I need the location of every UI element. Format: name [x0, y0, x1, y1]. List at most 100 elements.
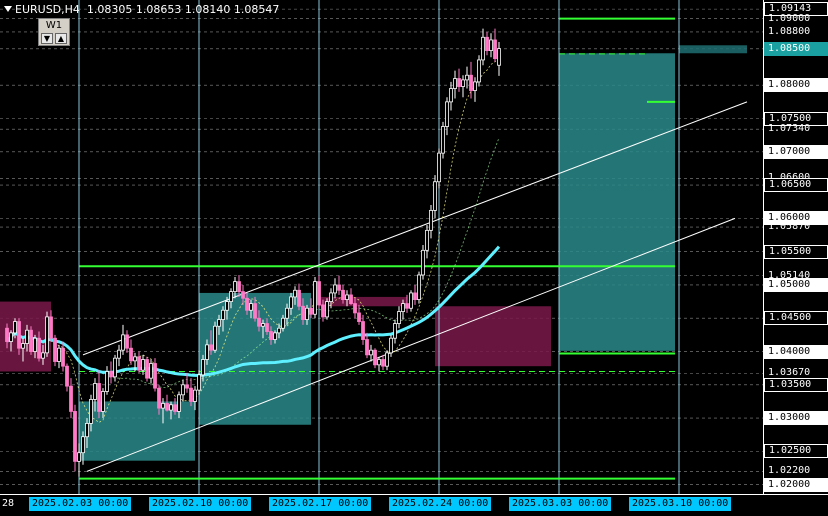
timeframe-up-button[interactable]: ▲: [55, 33, 67, 44]
candle-up[interactable]: [325, 301, 329, 318]
candle-up[interactable]: [249, 303, 253, 311]
candle-down[interactable]: [189, 387, 193, 402]
candle-up[interactable]: [281, 317, 285, 329]
candle-down[interactable]: [37, 337, 41, 359]
candle-down[interactable]: [413, 292, 417, 300]
candle-up[interactable]: [333, 284, 337, 294]
candle-up[interactable]: [101, 391, 105, 412]
candle-down[interactable]: [73, 411, 77, 462]
candle-down[interactable]: [337, 284, 341, 291]
candle-down[interactable]: [349, 294, 353, 304]
candle-up[interactable]: [89, 399, 93, 424]
candle-up[interactable]: [201, 359, 205, 376]
candle-up[interactable]: [25, 329, 29, 344]
candle-down[interactable]: [241, 291, 245, 299]
candle-up[interactable]: [149, 363, 153, 379]
candle-up[interactable]: [429, 209, 433, 231]
candle-up[interactable]: [393, 323, 397, 339]
candle-down[interactable]: [297, 289, 301, 307]
candle-up[interactable]: [213, 325, 217, 351]
candle-up[interactable]: [229, 291, 233, 302]
candle-up[interactable]: [409, 292, 413, 309]
candle-down[interactable]: [309, 307, 313, 315]
timeframe-down-button[interactable]: ▼: [41, 33, 53, 44]
candle-up[interactable]: [417, 274, 421, 300]
candle-up[interactable]: [305, 307, 309, 320]
candle-up[interactable]: [261, 323, 265, 327]
candle-down[interactable]: [361, 321, 365, 340]
candle-down[interactable]: [237, 281, 241, 293]
price-chart[interactable]: [0, 0, 828, 516]
candle-up[interactable]: [385, 352, 389, 367]
candle-up[interactable]: [217, 319, 221, 327]
candle-down[interactable]: [109, 371, 113, 378]
candle-up[interactable]: [121, 334, 125, 351]
candle-up[interactable]: [13, 321, 17, 334]
candle-down[interactable]: [257, 317, 261, 327]
candle-up[interactable]: [117, 349, 121, 359]
candle-down[interactable]: [97, 383, 101, 412]
candle-down[interactable]: [253, 303, 257, 319]
candle-down[interactable]: [365, 339, 369, 356]
candle-up[interactable]: [293, 289, 297, 298]
candle-down[interactable]: [301, 305, 305, 320]
candle-down[interactable]: [245, 297, 249, 311]
candle-up[interactable]: [193, 389, 197, 402]
candle-down[interactable]: [69, 385, 73, 412]
candle-down[interactable]: [61, 347, 65, 367]
candle-down[interactable]: [265, 323, 269, 332]
candle-up[interactable]: [477, 59, 481, 83]
candle-up[interactable]: [225, 301, 229, 311]
candle-up[interactable]: [453, 78, 457, 89]
candle-up[interactable]: [437, 152, 441, 183]
candle-down[interactable]: [53, 337, 57, 362]
candle-up[interactable]: [41, 352, 45, 359]
candle-down[interactable]: [157, 387, 161, 409]
candle-up[interactable]: [77, 452, 81, 462]
candle-up[interactable]: [489, 39, 493, 52]
candle-down[interactable]: [457, 78, 461, 87]
candle-up[interactable]: [113, 357, 117, 378]
candle-up[interactable]: [397, 311, 401, 324]
candle-down[interactable]: [165, 403, 169, 411]
candle-up[interactable]: [93, 383, 97, 400]
candle-up[interactable]: [369, 349, 373, 356]
candle-up[interactable]: [461, 79, 465, 87]
candle-up[interactable]: [197, 374, 201, 391]
candle-down[interactable]: [373, 349, 377, 366]
candle-up[interactable]: [401, 303, 405, 312]
candle-down[interactable]: [381, 359, 385, 367]
candle-up[interactable]: [181, 384, 185, 396]
candle-down[interactable]: [17, 321, 21, 349]
candle-up[interactable]: [445, 101, 449, 127]
candle-down[interactable]: [357, 312, 361, 322]
candle-up[interactable]: [233, 281, 237, 293]
candle-up[interactable]: [441, 126, 445, 154]
candle-down[interactable]: [469, 74, 473, 91]
candle-up[interactable]: [205, 344, 209, 360]
candle-down[interactable]: [49, 316, 53, 339]
candle-down[interactable]: [125, 334, 129, 349]
candle-down[interactable]: [209, 344, 213, 351]
candle-up[interactable]: [105, 371, 109, 392]
candle-up[interactable]: [345, 294, 349, 300]
candle-up[interactable]: [449, 88, 453, 103]
candle-up[interactable]: [481, 36, 485, 61]
candle-up[interactable]: [421, 249, 425, 276]
candle-up[interactable]: [329, 292, 333, 302]
candle-down[interactable]: [173, 404, 177, 412]
candle-up[interactable]: [497, 48, 501, 66]
candle-down[interactable]: [321, 304, 325, 318]
candle-up[interactable]: [169, 404, 173, 411]
candle-up[interactable]: [9, 332, 13, 342]
candle-up[interactable]: [133, 356, 137, 362]
candle-down[interactable]: [145, 359, 149, 379]
candle-up[interactable]: [45, 316, 49, 354]
candle-up[interactable]: [289, 296, 293, 309]
candle-up[interactable]: [273, 332, 277, 340]
candle-up[interactable]: [177, 394, 181, 412]
candle-down[interactable]: [317, 281, 321, 306]
candle-up[interactable]: [285, 307, 289, 319]
candle-down[interactable]: [137, 356, 141, 371]
candle-up[interactable]: [389, 337, 393, 354]
